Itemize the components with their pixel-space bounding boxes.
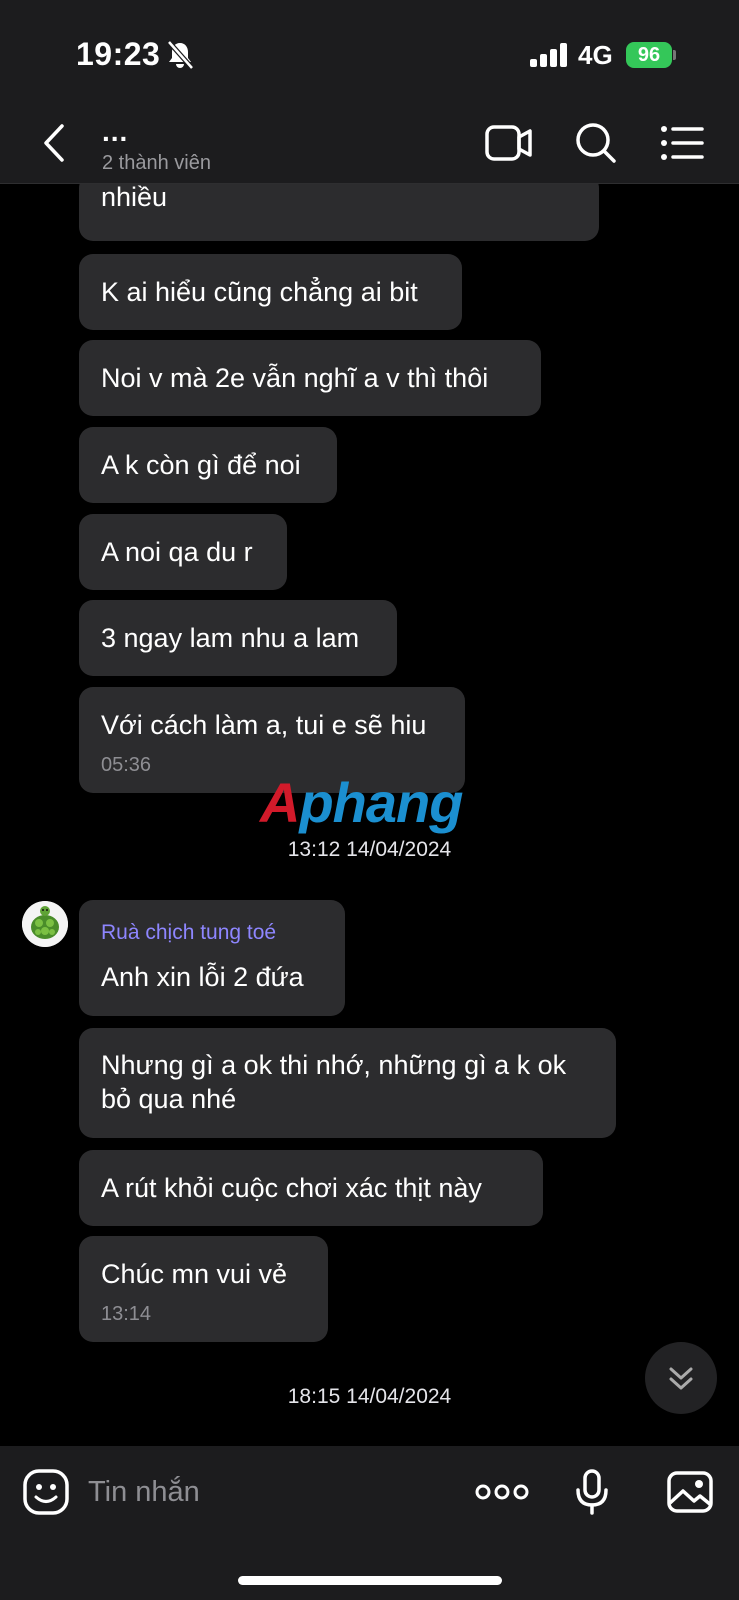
message-bubble[interactable]: Ruà chịch tung toé Anh xin lỗi 2 đứa: [79, 900, 345, 1016]
message-text: A noi qa du r: [101, 537, 253, 567]
bell-slash-icon: [167, 40, 194, 70]
chat-header: ... 2 thành viên: [0, 110, 739, 184]
more-icon[interactable]: [474, 1468, 530, 1516]
date-separator: 18:15 14/04/2024: [287, 1385, 452, 1408]
message-text: Anh xin lỗi 2 đứa: [101, 962, 304, 992]
microphone-icon[interactable]: [568, 1468, 616, 1516]
chat-title[interactable]: ...: [102, 116, 128, 148]
avatar[interactable]: [22, 901, 68, 947]
back-icon[interactable]: [36, 120, 72, 166]
date-separator: 13:12 14/04/2024: [287, 838, 452, 861]
sender-name[interactable]: Ruà chịch tung toé: [101, 916, 323, 950]
message-bubble[interactable]: 3 ngay lam nhu a lam: [79, 600, 397, 676]
input-bar: [0, 1446, 739, 1600]
message-bubble[interactable]: A noi qa du r: [79, 514, 287, 590]
message-text: Noi v mà 2e vẫn nghĩ a v thì thôi: [101, 363, 489, 393]
status-time: 19:23: [76, 36, 161, 72]
message-text: Chúc mn vui vẻ: [101, 1259, 288, 1289]
video-call-icon[interactable]: [484, 120, 534, 166]
status-bar: 19:23 4G 96: [0, 0, 739, 110]
message-text: 3 ngay lam nhu a lam: [101, 623, 360, 653]
message-bubble[interactable]: A k còn gì để noi: [79, 427, 337, 503]
message-bubble[interactable]: Nhưng gì a ok thi nhớ, những gì a k ok b…: [79, 1028, 616, 1138]
message-text: K ai hiểu cũng chẳng ai bit: [101, 277, 418, 307]
message-list[interactable]: nhiều K ai hiểu cũng chẳng ai bit Noi v …: [0, 184, 739, 1446]
search-icon[interactable]: [572, 120, 622, 166]
message-text: A rút khỏi cuộc chơi xác thịt này: [101, 1173, 482, 1203]
message-text: Nhưng gì a ok thi nhớ, những gì a k ok b…: [101, 1050, 567, 1114]
message-time: 13:14: [101, 1303, 152, 1325]
sticker-icon[interactable]: [22, 1468, 70, 1516]
message-input[interactable]: [88, 1468, 448, 1516]
watermark-logo: Aphang: [260, 771, 463, 834]
message-bubble[interactable]: A rút khỏi cuộc chơi xác thịt này: [79, 1150, 543, 1226]
network-type: 4G: [578, 40, 613, 70]
message-text: Với cách làm a, tui e sẽ hiu: [101, 710, 427, 740]
signal-icon: [530, 43, 567, 67]
list-menu-icon[interactable]: [658, 120, 708, 166]
message-bubble[interactable]: nhiều: [79, 184, 599, 241]
message-bubble[interactable]: K ai hiểu cũng chẳng ai bit: [79, 254, 462, 330]
image-icon[interactable]: [666, 1468, 714, 1516]
member-count: 2 thành viên: [102, 152, 211, 174]
home-indicator: [238, 1576, 502, 1585]
turtle-avatar-icon: [22, 901, 68, 947]
battery-icon: 96: [626, 42, 676, 68]
battery-level: 96: [637, 44, 661, 66]
message-bubble[interactable]: Chúc mn vui vẻ 13:14: [79, 1236, 328, 1342]
message-text: nhiều: [101, 184, 168, 212]
message-text: A k còn gì để noi: [101, 450, 301, 480]
message-bubble[interactable]: Noi v mà 2e vẫn nghĩ a v thì thôi: [79, 340, 541, 416]
